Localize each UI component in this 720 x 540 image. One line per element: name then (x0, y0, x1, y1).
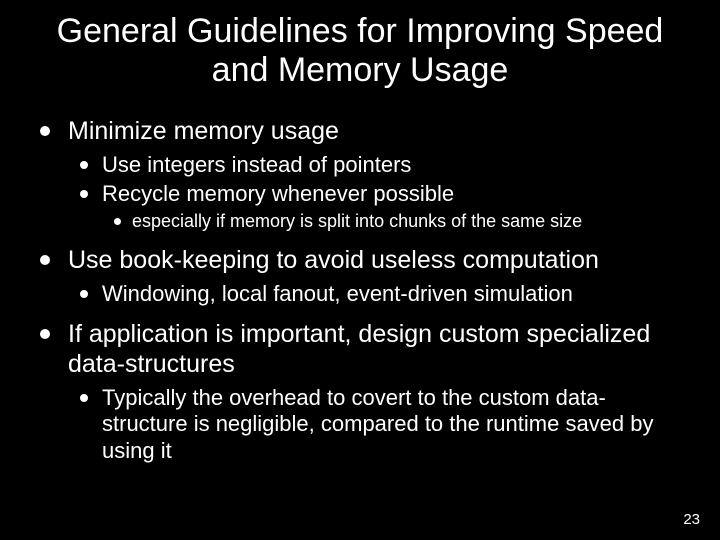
bullet-list: Minimize memory usage Use integers inste… (30, 116, 690, 464)
sub-text: Windowing, local fanout, event-driven si… (102, 281, 573, 306)
bullet-text: Use book-keeping to avoid useless comput… (68, 246, 599, 274)
slide-title: General Guidelines for Improving Speed a… (30, 12, 690, 90)
sub-list: Use integers instead of pointers Recycle… (68, 152, 690, 232)
sub-bullet: Typically the overhead to covert to the … (68, 385, 690, 464)
sub-sub-list: especially if memory is split into chunk… (102, 211, 690, 233)
sub-bullet: Recycle memory whenever possible especia… (68, 181, 690, 233)
bullet-minimize-memory: Minimize memory usage Use integers inste… (30, 116, 690, 232)
sub-bullet: Use integers instead of pointers (68, 152, 690, 178)
bullet-text: If application is important, design cust… (68, 320, 650, 378)
slide: General Guidelines for Improving Speed a… (0, 0, 720, 540)
bullet-bookkeeping: Use book-keeping to avoid useless comput… (30, 245, 690, 307)
bullet-custom-ds: If application is important, design cust… (30, 319, 690, 464)
sub-list: Typically the overhead to covert to the … (68, 385, 690, 464)
sub-bullet: Windowing, local fanout, event-driven si… (68, 281, 690, 307)
sub-text: Recycle memory whenever possible (102, 181, 454, 206)
sub-list: Windowing, local fanout, event-driven si… (68, 281, 690, 307)
sub-sub-text: especially if memory is split into chunk… (132, 211, 582, 231)
sub-text: Use integers instead of pointers (102, 152, 411, 177)
sub-sub-bullet: especially if memory is split into chunk… (102, 211, 690, 233)
bullet-text: Minimize memory usage (68, 117, 339, 145)
page-number: 23 (683, 511, 700, 528)
sub-text: Typically the overhead to covert to the … (102, 385, 654, 463)
